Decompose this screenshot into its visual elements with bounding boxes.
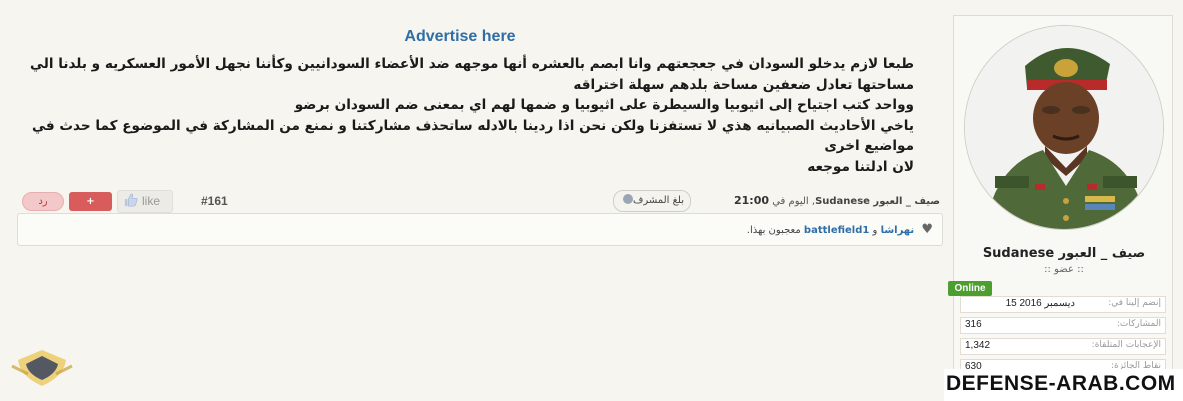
stat-value: 1,342 — [965, 340, 991, 351]
stat-row-likes: الإعجابات المتلقاة: 1,342 — [960, 338, 1166, 355]
post-date-label: اليوم في — [772, 196, 809, 207]
like-label: like — [142, 194, 161, 208]
stat-value[interactable]: 316 — [965, 319, 982, 330]
avatar-image — [965, 26, 1163, 229]
post-paragraph: لان ادلتنا موجعه — [807, 158, 914, 175]
quote-button[interactable]: + إقتباس — [69, 192, 112, 226]
stat-row-posts: المشاركات: 316 — [960, 317, 1166, 334]
report-label: بلغ المشرف — [632, 195, 684, 206]
post-paragraph: ياخي الأحاديث الصبيانيه هذي لا تستفزنا و… — [31, 117, 914, 155]
post-time: 21:00 — [734, 194, 770, 207]
liker-link[interactable]: battlefield1 — [804, 225, 869, 236]
post-body: طبعا لازم يدخلو السودان في جعجعتهم وانا … — [24, 54, 914, 177]
stat-value: 15 ديسمبر 2016 — [1005, 298, 1075, 309]
post-meta: صيف _ العبور Sudanese, اليوم في 21:00 — [722, 194, 940, 207]
likers-joiner: و — [872, 225, 878, 236]
stat-label: إنضم إلينا في: — [1108, 298, 1161, 308]
user-stats: إنضم إلينا في: 15 ديسمبر 2016 المشاركات:… — [960, 296, 1166, 380]
liker-link[interactable]: نهراشا — [881, 225, 915, 236]
post-paragraph: طبعا لازم يدخلو السودان في جعجعتهم وانا … — [29, 56, 914, 93]
post-number-link[interactable]: #161 — [201, 194, 228, 208]
likes-summary: ♥ نهراشا و battlefield1 معجبون بهذا. — [17, 213, 943, 246]
advertise-link[interactable]: Advertise here — [0, 28, 920, 46]
stat-label: المشاركات: — [1116, 319, 1161, 329]
user-icon — [622, 194, 633, 204]
heart-icon: ♥ — [921, 222, 933, 237]
post-container: Advertise here طبعا لازم يدخلو السودان ف… — [0, 12, 942, 242]
stat-label: الإعجابات المتلقاة: — [1091, 340, 1161, 350]
like-button[interactable]: like — [117, 190, 173, 213]
post-controls: رد + إقتباس like #161 بلغ المشرف صيف _ ا… — [0, 190, 942, 226]
online-status-badge: Online — [948, 281, 992, 296]
forum-logo-watermark — [11, 350, 73, 386]
report-button[interactable]: بلغ المشرف — [613, 190, 691, 212]
username-link[interactable]: صيف _ العبور Sudanese — [954, 246, 1174, 261]
avatar[interactable] — [964, 25, 1164, 230]
reply-button[interactable]: رد — [22, 192, 64, 211]
likes-suffix: معجبون بهذا. — [746, 225, 801, 236]
site-watermark: DEFENSE-ARAB.COM — [944, 369, 1183, 401]
thumbs-up-icon — [124, 193, 138, 207]
post-author-link[interactable]: صيف _ العبور Sudanese — [815, 196, 940, 207]
user-title: :: عضو :: — [1044, 264, 1084, 275]
post-paragraph: وواحد كتب اجتياح إلى اثيوبيا والسيطرة عل… — [294, 97, 914, 113]
user-sidebar: صيف _ العبور Sudanese :: عضو :: Online إ… — [948, 15, 1174, 401]
stat-row-joined: إنضم إلينا في: 15 ديسمبر 2016 — [960, 296, 1166, 313]
